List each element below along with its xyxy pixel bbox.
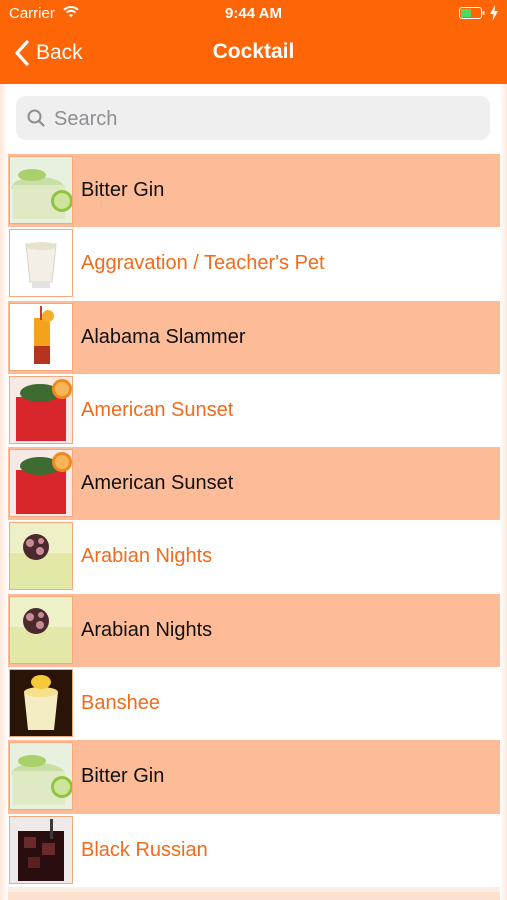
battery-icon	[459, 7, 485, 19]
right-edge-shade	[500, 84, 507, 900]
list-item[interactable]: Banshee	[8, 667, 500, 741]
charging-bolt-icon	[490, 5, 498, 21]
cocktail-name: Arabian Nights	[81, 618, 213, 641]
red-mint-drink-thumbnail	[9, 375, 73, 444]
search-icon	[27, 109, 45, 127]
lime-drink-thumbnail	[9, 156, 73, 224]
red-mint-drink-thumbnail	[9, 449, 73, 518]
cocktail-name: American Sunset	[81, 398, 234, 421]
dark-ice-drink-thumbnail	[9, 815, 73, 884]
cocktail-name: Banshee	[81, 692, 160, 715]
list-item[interactable]: Bitter Gin	[8, 154, 500, 228]
cocktail-name: Alabama Slammer	[81, 325, 246, 348]
flower-slush-drink-thumbnail	[9, 522, 73, 591]
partial-next-row	[8, 892, 500, 900]
list-item[interactable]: Aggravation / Teacher's Pet	[8, 227, 500, 301]
cocktail-name: Bitter Gin	[81, 179, 165, 201]
search-input[interactable]	[52, 96, 486, 142]
banana-cream-drink-thumbnail	[9, 669, 73, 738]
list-item[interactable]: American Sunset	[8, 373, 500, 448]
navigation-header: Carrier 9:44 AM Back Cocktail	[0, 0, 507, 84]
list-item[interactable]: Arabian Nights	[8, 520, 500, 594]
cocktail-name: Arabian Nights	[81, 545, 213, 568]
list-item[interactable]: Black Russian	[8, 813, 500, 887]
cocktail-name: Aggravation / Teacher's Pet	[81, 252, 325, 275]
search-bar	[8, 84, 500, 154]
search-field[interactable]	[16, 96, 490, 142]
cocktail-name: Bitter Gin	[81, 765, 165, 788]
cocktail-list: Bitter Gin Aggravation / Teacher's Pet A…	[8, 154, 500, 887]
status-bar: Carrier 9:44 AM	[0, 0, 507, 28]
list-item[interactable]: American Sunset	[8, 447, 500, 521]
clock: 9:44 AM	[225, 5, 282, 22]
cream-drink-thumbnail	[9, 229, 73, 298]
page-title: Cocktail	[212, 40, 295, 63]
list-item[interactable]: Bitter Gin	[8, 740, 500, 814]
flower-slush-drink-thumbnail	[9, 595, 73, 664]
list-item[interactable]: Alabama Slammer	[8, 300, 500, 374]
cocktail-name: American Sunset	[81, 472, 234, 495]
list-item[interactable]: Arabian Nights	[8, 593, 500, 668]
tall-orange-drink-thumbnail	[9, 302, 73, 371]
cocktail-table[interactable]: Bitter Gin Aggravation / Teacher's Pet A…	[8, 84, 500, 892]
lime-drink-thumbnail	[9, 742, 73, 811]
left-edge-shade	[0, 84, 8, 900]
cocktail-name: Black Russian	[81, 838, 208, 861]
